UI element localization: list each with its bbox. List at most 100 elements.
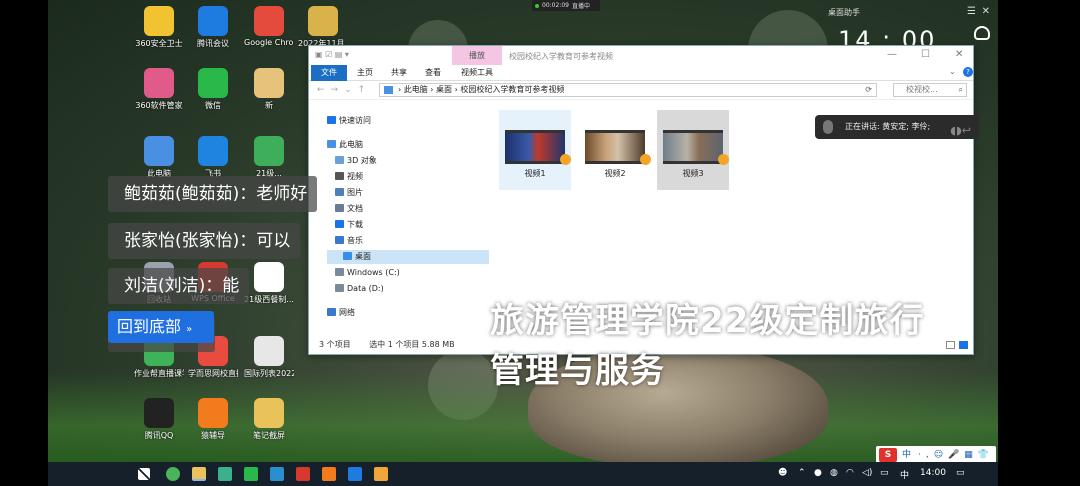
nav-item[interactable]: 文档 [335,202,363,216]
nav-item[interactable]: 桌面 [327,250,489,264]
tray-chevron-icon[interactable]: ⌃ [798,468,806,478]
tab-video-tools[interactable]: 视频工具 [461,67,493,78]
nav-item[interactable]: Data (D:) [335,282,384,296]
desktop-icon-label: 作业帮直播课学生端 [134,369,184,378]
desktop-icon[interactable]: 腾讯会议 [188,6,238,49]
meeting-timer-bar[interactable]: 00:02:09 直播中 [532,0,600,11]
desktop-icon[interactable]: Google Chrome [244,6,294,47]
taskbar-meeting-icon[interactable] [348,467,362,481]
desktop-icon[interactable]: 360软件管家 [134,68,184,111]
address-bar[interactable]: › 此电脑 › 桌面 › 校园校纪入学教育可参考视频 ⟳ [379,83,877,97]
tray-ime-indicator[interactable]: 中 [900,468,909,481]
tray-clock[interactable]: 14:00 [920,468,946,478]
desktop-icon[interactable]: 360安全卫士 [134,6,184,49]
windows-start-icon[interactable] [138,468,150,480]
tab-home[interactable]: 主页 [357,67,373,78]
desktop-icon[interactable]: 微信 [188,68,238,111]
navigation-pane: 快速访问此电脑 3D 对象视频图片文档下载音乐桌面 Windows (C:) Data… [309,102,489,334]
file-item-video1[interactable]: 视频1 [499,110,571,190]
notification-icon[interactable]: ▭ [956,468,965,478]
wifi-icon[interactable]: ◠ [846,468,854,478]
navigation-arrows[interactable]: ←→⌄↑ [317,85,371,95]
minimize-button[interactable]: — [887,49,897,60]
title-bar[interactable]: ▣ ☑ ▤ ▾ 播放 校园校纪入学教育可参考视频 — ☐ ✕ [309,46,973,65]
search-input[interactable]: 校视校... ⌕ [893,83,967,97]
taskbar-app-icon[interactable] [322,467,336,481]
video-thumbnail [505,130,571,165]
tab-play[interactable]: 播放 [452,46,502,65]
tab-share[interactable]: 共享 [391,67,407,78]
breadcrumb-item[interactable]: 桌面 [436,85,452,94]
nav-item[interactable]: 快速访问 [327,114,371,128]
nav-item-label: 文档 [347,204,363,213]
ribbon-expand-icon[interactable]: ⌄ [949,67,956,76]
nav-item[interactable]: 网络 [327,306,355,320]
file-item-video3[interactable]: 视频3 [657,110,729,190]
nav-item[interactable]: 下载 [335,218,363,232]
desktop-icon-label: 国际列表2022-10... [244,369,294,378]
address-row: ←→⌄↑ › 此电脑 › 桌面 › 校园校纪入学教育可参考视频 ⟳ 校视校...… [309,81,973,100]
help-icon[interactable]: ? [963,67,973,77]
chat-message: 刘洁(刘洁)：能 [108,268,250,304]
chat-message: 鲍茹茹(鲍茹茹)：老师好 [108,176,318,212]
desktop-icon-label: 微信 [205,101,221,110]
taskbar-app-icon[interactable] [218,467,232,481]
taskbar-360-icon[interactable] [166,467,180,481]
taskbar-app-icon[interactable] [270,467,284,481]
volume-icon[interactable]: ◁) [862,468,872,478]
taskbar-wps-icon[interactable] [296,467,310,481]
meeting-timer: 00:02:09 [542,2,569,9]
desktop-icon[interactable]: 飞书 [188,136,238,179]
tab-view[interactable]: 查看 [425,67,441,78]
desktop-icon-label: 腾讯会议 [197,39,229,48]
desktop-icon[interactable]: 国际列表2022-10... [244,336,294,379]
nav-item-label: 音乐 [347,236,363,245]
menu-icon[interactable]: ☰ [967,6,976,17]
tab-file[interactable]: 文件 [311,65,347,81]
taskbar-wechat-icon[interactable] [244,467,258,481]
nav-item[interactable]: 视频 [335,170,363,184]
desktop-icon[interactable]: 21级... [244,136,294,179]
video-thumbnail [663,130,729,165]
nav-item[interactable]: 此电脑 [327,138,363,152]
desktop-icon[interactable]: 猿辅导 [188,398,238,441]
file-name: 视频1 [524,169,546,178]
desktop-icon[interactable]: 腾讯QQ [134,398,184,441]
file-name: 视频3 [682,169,704,178]
desktop-icon[interactable]: 2022年11月... [298,6,348,49]
video-thumbnail [585,130,651,165]
maximize-button[interactable]: ☐ [921,49,930,60]
taskbar-explorer-icon[interactable] [192,467,206,481]
image-icon [335,188,344,196]
app-icon [144,6,174,36]
back-to-bottom-button[interactable]: 回到底部 » [108,311,214,343]
breadcrumb-item[interactable]: 校园校纪入学教育可参考视频 [460,85,564,94]
app-icon [198,68,228,98]
nav-item[interactable]: Windows (C:) [335,266,400,280]
breadcrumb-item[interactable]: 此电脑 [404,85,428,94]
desktop-icon[interactable]: 此电脑 [134,136,184,179]
close-button[interactable]: ✕ [955,49,963,60]
nav-item[interactable]: 3D 对象 [335,154,377,168]
app-icon [198,398,228,428]
caption-line: 旅游管理学院22级定制旅行 [490,301,925,341]
desktop-icon[interactable]: 21级西餐制... [244,262,294,305]
nav-item[interactable]: 图片 [335,186,363,200]
taskbar-app-icon[interactable] [374,467,388,481]
desktop-icon[interactable]: 笔记截屏 [244,398,294,441]
play-badge-icon [640,154,651,165]
desktop-icon[interactable]: 新 [244,68,294,111]
tray-app-icon[interactable]: ● [814,468,822,478]
search-placeholder: 校视校... [906,85,938,94]
speaking-text: 正在讲话: 黄安定; 李伶; [845,122,931,131]
network-icon[interactable]: ◍ [830,468,838,478]
quick-access-toolbar[interactable]: ▣ ☑ ▤ ▾ [315,50,349,59]
refresh-icon[interactable]: ⟳ [865,84,872,96]
people-icon[interactable]: ☻ [778,468,787,478]
file-item-video2[interactable]: 视频2 [579,110,651,190]
nav-item[interactable]: 音乐 [335,234,363,248]
close-icon[interactable]: ✕ [982,6,990,17]
battery-icon[interactable]: ▭ [880,468,889,478]
app-icon [198,136,228,166]
app-icon [254,336,284,366]
